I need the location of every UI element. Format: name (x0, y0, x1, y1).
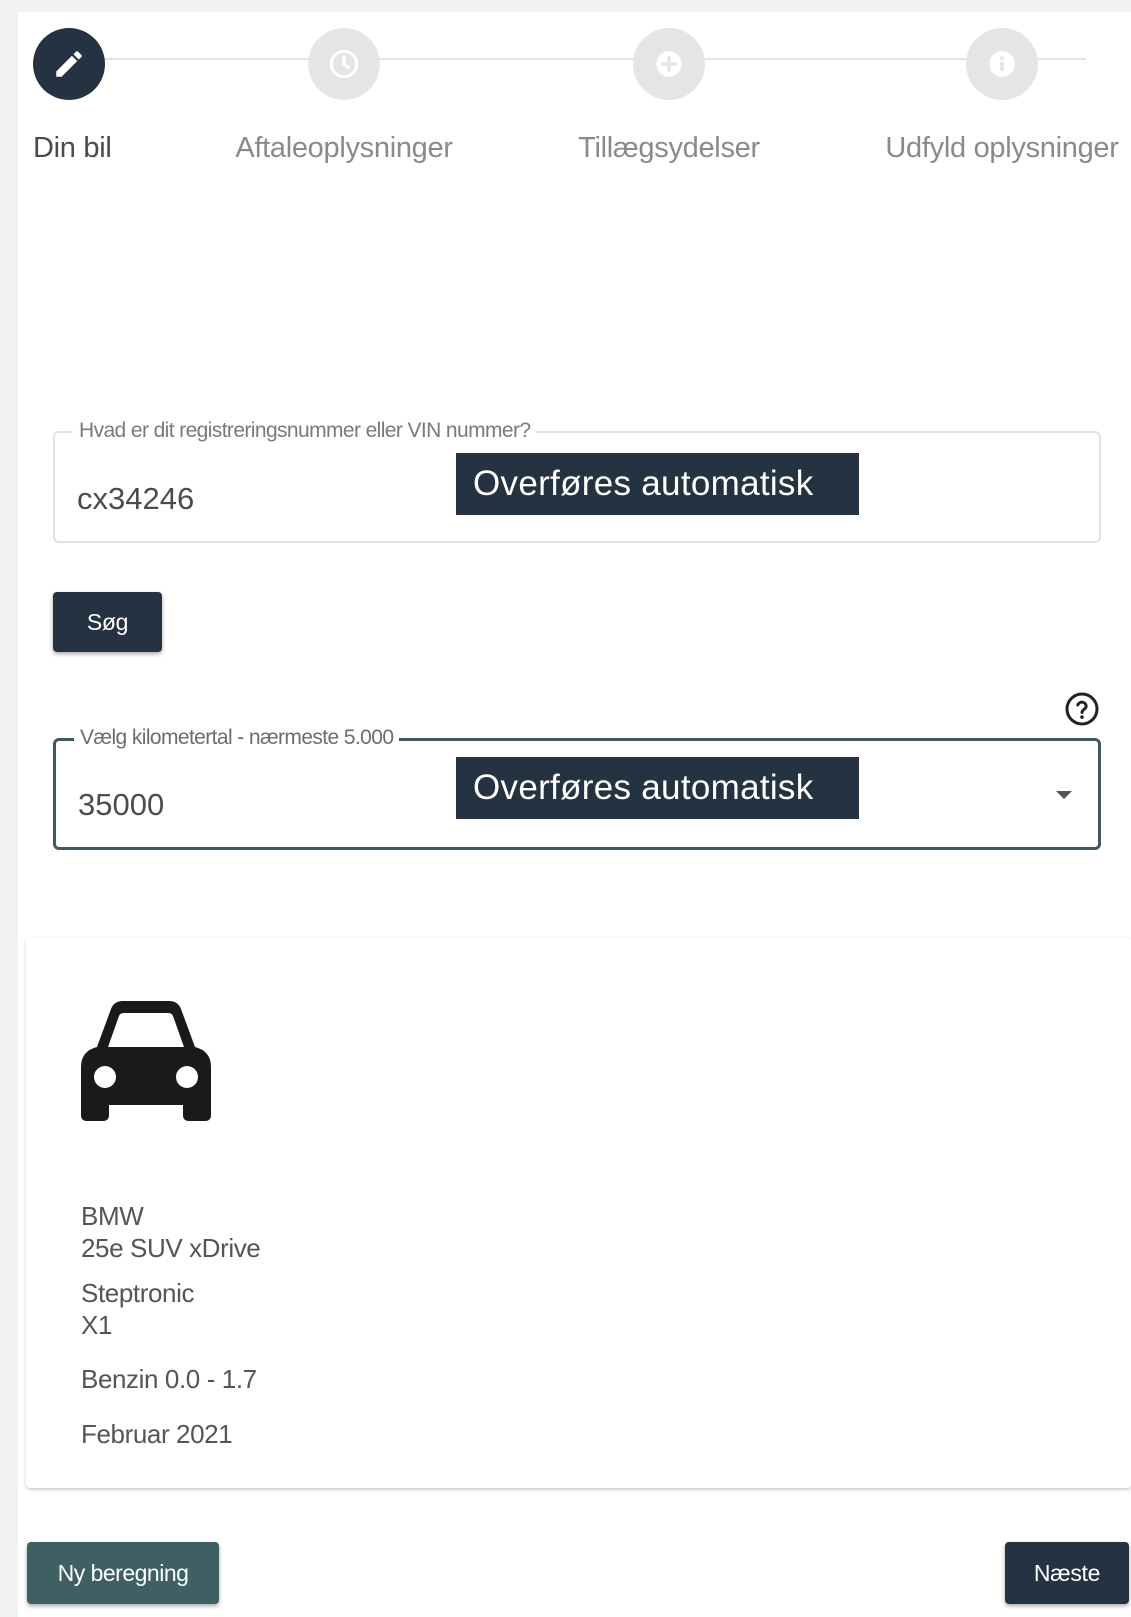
mileage-label: Vælg kilometertal - nærmeste 5.000 (74, 726, 400, 750)
pencil-icon (56, 51, 82, 77)
car-make: BMW (81, 1201, 144, 1231)
step-1-label: Din bil (33, 132, 112, 164)
registration-label: Hvad er dit registreringsnummer eller VI… (73, 419, 537, 443)
step-3-label: Tillægsydelser (578, 132, 760, 164)
step-3-circle[interactable] (633, 28, 705, 100)
car-date: Februar 2021 (81, 1419, 233, 1449)
help-icon[interactable] (1064, 691, 1100, 727)
new-calculation-button[interactable]: Ny beregning (27, 1542, 219, 1604)
stepper-line (102, 58, 1086, 60)
dropdown-arrow-icon[interactable] (1056, 791, 1072, 799)
plus-icon (656, 51, 682, 77)
info-icon (989, 51, 1015, 77)
progress-stepper: Din bil Aftaleoplysninger Tillægsydelser… (18, 12, 1131, 192)
car-model: 25e SUV xDrive (81, 1233, 261, 1263)
car-series: X1 (81, 1310, 113, 1340)
step-4-circle[interactable] (966, 28, 1038, 100)
car-fuel: Benzin 0.0 - 1.7 (81, 1364, 257, 1394)
car-transmission: Steptronic (81, 1278, 195, 1308)
auto-transfer-badge-registration: Overføres automatisk (456, 453, 859, 515)
page: Din bil Aftaleoplysninger Tillægsydelser… (18, 12, 1131, 1617)
step-2-circle[interactable] (308, 28, 380, 100)
step-2-label: Aftaleoplysninger (235, 132, 453, 164)
registration-input[interactable] (77, 481, 427, 517)
step-4-label: Udfyld oplysninger (885, 132, 1119, 164)
clock-icon (329, 49, 359, 79)
car-icon (81, 1001, 211, 1121)
search-button[interactable]: Søg (53, 592, 162, 652)
step-1-circle[interactable] (33, 28, 105, 100)
car-info-card: BMW 25e SUV xDrive Steptronic X1 Benzin … (26, 937, 1131, 1488)
next-button[interactable]: Næste (1005, 1542, 1129, 1604)
auto-transfer-badge-mileage: Overføres automatisk (456, 757, 859, 819)
mileage-value: 35000 (78, 787, 165, 822)
